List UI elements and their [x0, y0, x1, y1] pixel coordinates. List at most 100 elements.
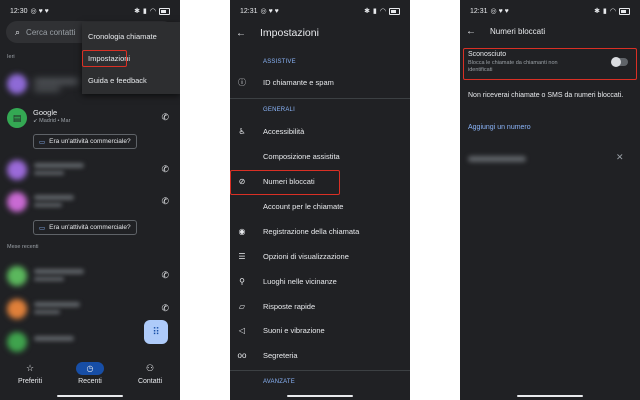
- section-header-advanced: AVANZATE: [263, 379, 295, 385]
- menu-item-help-feedback[interactable]: Guida e feedback: [88, 76, 147, 85]
- record-icon: ◉: [238, 226, 246, 236]
- redacted-text: [34, 336, 74, 341]
- info-icon: ⓘ: [238, 77, 246, 87]
- speaker-icon: ◁: [238, 325, 246, 335]
- business-avatar-icon: ▤: [7, 108, 27, 128]
- status-time: 12:31: [470, 7, 488, 15]
- call-button-icon[interactable]: ✆: [161, 270, 169, 281]
- settings-item-accessibility[interactable]: ♿ Accessibilità: [230, 123, 410, 139]
- gesture-bar: [517, 395, 583, 397]
- section-header-assistive: ASSISTIVE: [263, 59, 296, 65]
- settings-item-sounds-vibration[interactable]: ◁ Suoni e vibrazione: [230, 322, 410, 338]
- location-pin-icon: ⚲: [239, 276, 245, 286]
- app-bar: ← Numeri bloccati: [460, 22, 640, 40]
- wifi-icon: ◠: [379, 7, 386, 15]
- battery-icon: [619, 7, 630, 15]
- feedback-icon: ▭: [39, 138, 46, 146]
- dialpad-button[interactable]: ⠿: [144, 320, 168, 344]
- redacted-text: [34, 163, 84, 168]
- call-log-row[interactable]: ✆: [0, 156, 180, 184]
- settings-item-display-options[interactable]: ☰ Opzioni di visualizzazione: [230, 248, 410, 264]
- business-question-chip[interactable]: ▭ Era un'attività commerciale?: [33, 134, 137, 149]
- star-icon: ☆: [25, 363, 35, 373]
- call-log-row[interactable]: ✆: [0, 262, 180, 290]
- call-button-icon[interactable]: ✆: [161, 164, 169, 175]
- call-log-row-google[interactable]: ▤ Google ↙ Madrid • Mar ✆: [0, 104, 180, 132]
- phone-app-recents-screen: 12:30 ◎ ♥ ♥ ✱ ▮ ◠ ⌕ Cerca contatti Ieri …: [0, 0, 180, 400]
- settings-item-caller-id[interactable]: ⓘ ID chiamante e spam: [230, 74, 410, 90]
- highlight-box-blocked-numbers: [230, 170, 340, 195]
- redacted-text: [34, 302, 80, 307]
- clock-icon: ◷: [76, 362, 104, 375]
- avatar: [7, 160, 27, 180]
- voicemail-icon: ᴏᴏ: [237, 350, 247, 360]
- outgoing-call-icon: ↙: [33, 118, 38, 124]
- signal-icon: ▮: [603, 7, 607, 15]
- settings-item-voicemail[interactable]: ᴏᴏ Segreteria: [230, 347, 410, 363]
- blocked-info-text: Non riceverai chiamate o SMS da numeri b…: [468, 92, 624, 99]
- nav-favorites[interactable]: ☆ Preferiti: [5, 362, 55, 385]
- notification-icons: ◎ ♥ ♥: [490, 7, 509, 15]
- status-time: 12:30: [10, 7, 28, 15]
- gesture-bar: [287, 395, 353, 397]
- status-bar: 12:30 ◎ ♥ ♥ ✱ ▮ ◠: [0, 0, 180, 22]
- nav-recents[interactable]: ◷ Recenti: [65, 362, 115, 385]
- redacted-text: [34, 87, 60, 91]
- app-bar: ← Impostazioni: [230, 22, 410, 44]
- redacted-text: [34, 269, 84, 274]
- redacted-text: [34, 79, 78, 84]
- highlight-box-unknown: [463, 48, 637, 80]
- call-button-icon[interactable]: ✆: [161, 112, 169, 123]
- search-placeholder: Cerca contatti: [26, 27, 76, 37]
- avatar: [7, 299, 27, 319]
- back-arrow-icon[interactable]: ←: [460, 26, 482, 37]
- call-button-icon[interactable]: ✆: [161, 303, 169, 314]
- settings-item-call-recording[interactable]: ◉ Registrazione della chiamata: [230, 223, 410, 239]
- business-question-chip[interactable]: ▭ Era un'attività commerciale?: [33, 220, 137, 235]
- page-title: Numeri bloccati: [490, 26, 546, 36]
- settings-item-assisted-dialing[interactable]: Composizione assistita: [230, 148, 410, 164]
- notification-icons: ◎ ♥ ♥: [30, 7, 49, 15]
- contact-name: Google: [33, 108, 58, 117]
- bluetooth-icon: ✱: [364, 7, 371, 15]
- bluetooth-icon: ✱: [594, 7, 601, 15]
- status-bar: 12:31 ◎ ♥ ♥ ✱ ▮ ◠: [230, 0, 410, 22]
- call-log-row[interactable]: ✆: [0, 188, 180, 216]
- gesture-bar: [57, 395, 123, 397]
- feedback-icon: ▭: [39, 224, 46, 232]
- menu-item-call-history[interactable]: Cronologia chiamate: [88, 32, 157, 41]
- add-number-link[interactable]: Aggiungi un numero: [468, 124, 531, 131]
- settings-screen: 12:31 ◎ ♥ ♥ ✱ ▮ ◠ ← Impostazioni ASSISTI…: [230, 0, 410, 400]
- notification-icons: ◎ ♥ ♥: [260, 7, 279, 15]
- search-icon: ⌕: [15, 26, 21, 37]
- people-icon: ⚇: [145, 363, 155, 373]
- nav-contacts[interactable]: ⚇ Contatti: [125, 362, 175, 385]
- avatar: [7, 332, 27, 352]
- settings-item-calling-accounts[interactable]: Account per le chiamate: [230, 198, 410, 214]
- signal-icon: ▮: [373, 7, 377, 15]
- remove-number-close-icon[interactable]: ✕: [616, 152, 624, 163]
- bottom-navigation: ☆ Preferiti ◷ Recenti ⚇ Contatti: [0, 358, 180, 400]
- avatar: [7, 74, 27, 94]
- redacted-text: [34, 195, 74, 200]
- redacted-text: [34, 171, 64, 175]
- list-icon: ☰: [238, 251, 246, 261]
- redacted-text: [34, 277, 64, 281]
- settings-item-nearby-places[interactable]: ⚲ Luoghi nelle vicinanze: [230, 273, 410, 289]
- section-label-yesterday: Ieri: [7, 54, 15, 60]
- redacted-text: [34, 310, 60, 314]
- section-header-general: GENERALI: [263, 107, 295, 113]
- section-label-older: Mese recenti: [7, 244, 39, 250]
- back-arrow-icon[interactable]: ←: [230, 28, 252, 39]
- call-button-icon[interactable]: ✆: [161, 196, 169, 207]
- call-log-row[interactable]: ✆: [0, 295, 180, 323]
- message-icon: ▱: [238, 301, 246, 311]
- page-title: Impostazioni: [260, 27, 319, 39]
- divider: [230, 98, 410, 99]
- redacted-text: [34, 203, 62, 207]
- divider: [230, 370, 410, 371]
- settings-item-quick-responses[interactable]: ▱ Risposte rapide: [230, 298, 410, 314]
- avatar: [7, 266, 27, 286]
- call-detail: ↙ Madrid • Mar: [33, 118, 71, 124]
- accessibility-icon: ♿: [238, 126, 246, 136]
